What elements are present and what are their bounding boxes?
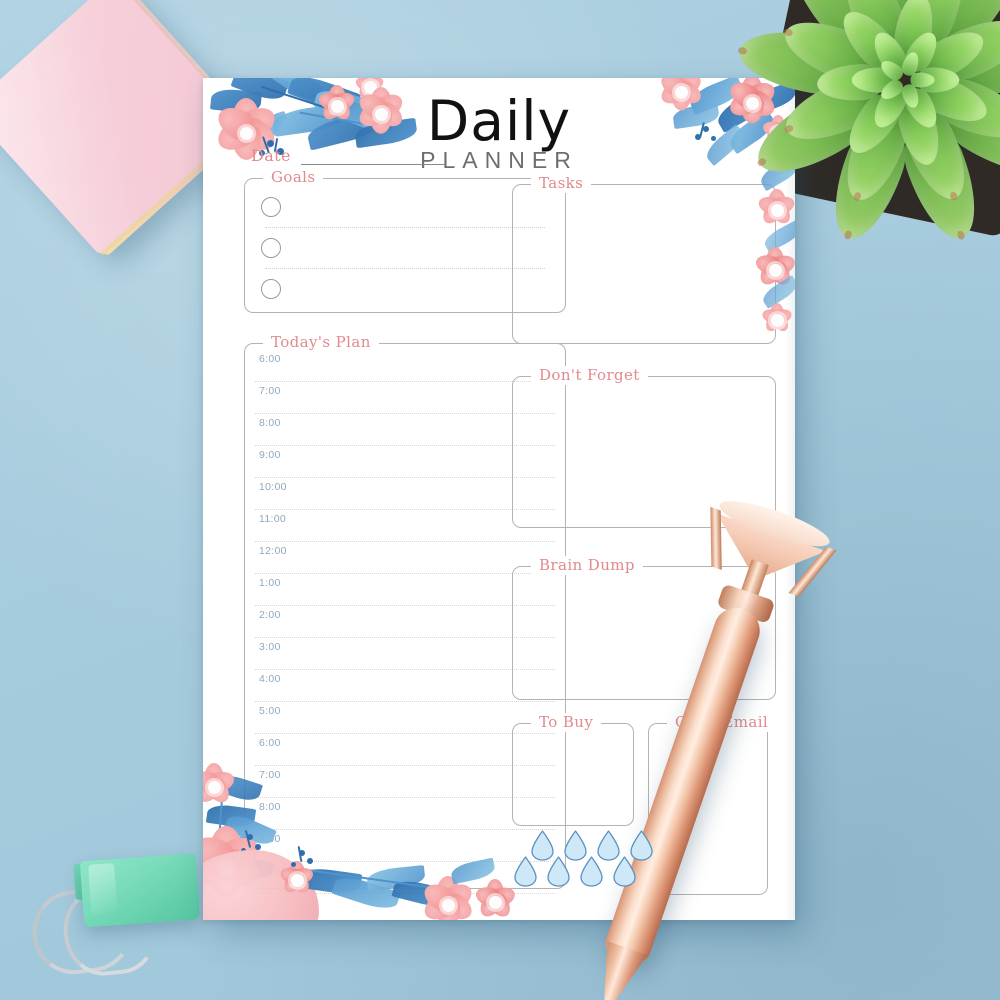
flower-petal xyxy=(204,763,224,787)
water-drop-icon[interactable] xyxy=(612,856,637,887)
flower-petal xyxy=(475,891,505,920)
flower-center xyxy=(489,896,502,909)
flower-petal xyxy=(203,845,239,895)
plan-time-label: 12:00 xyxy=(259,545,287,557)
flower-center xyxy=(208,781,221,794)
plan-time-label: 10:00 xyxy=(259,865,287,877)
dont-forget-label: Don't Forget xyxy=(539,366,640,384)
flower-petal xyxy=(208,768,237,795)
pen-prong-left xyxy=(710,506,722,571)
flower-petal xyxy=(203,829,239,880)
plan-time-label: 5:00 xyxy=(259,705,281,717)
plan-time-label: 9:00 xyxy=(259,833,281,845)
floral-leaf xyxy=(203,836,248,860)
flower-center xyxy=(220,861,233,874)
plan-time-label: 6:00 xyxy=(259,353,281,365)
flower-center xyxy=(442,899,455,912)
flower-petal xyxy=(485,891,515,920)
desk-scene: Daily PLANNER Date Goals Today's Plan 6:… xyxy=(0,0,1000,1000)
flower-petal xyxy=(354,78,374,92)
water-drop-icon[interactable] xyxy=(546,856,571,887)
goal-row[interactable] xyxy=(255,187,551,227)
to-buy-label: To Buy xyxy=(539,713,594,731)
plan-time-label: 9:00 xyxy=(259,449,281,461)
flower-petal xyxy=(209,857,243,899)
flower-petal xyxy=(363,78,377,87)
to-buy-caption: To Buy xyxy=(531,713,602,732)
page-title: Daily xyxy=(426,89,572,153)
flower-petal xyxy=(670,78,692,92)
tasks-label: Tasks xyxy=(539,174,584,192)
tasks-section[interactable]: Tasks xyxy=(512,174,776,344)
date-field-row: Date xyxy=(251,146,445,165)
date-label: Date xyxy=(251,146,291,165)
plan-time-label: 3:00 xyxy=(259,641,281,653)
goal-row[interactable] xyxy=(255,269,551,309)
goal-checkbox-circle[interactable] xyxy=(261,197,281,217)
plan-time-label: 7:00 xyxy=(259,769,281,781)
plan-time-label: 2:00 xyxy=(259,609,281,621)
plan-time-label: 11:00 xyxy=(259,513,286,525)
flower-petal xyxy=(203,768,220,795)
flower-center xyxy=(364,81,377,94)
brain-dump-caption: Brain Dump xyxy=(531,556,643,575)
plan-time-label: 7:00 xyxy=(259,385,281,397)
plan-time-label: 4:00 xyxy=(259,673,281,685)
goal-checkbox-circle[interactable] xyxy=(261,279,281,299)
plan-time-label: 1:00 xyxy=(259,577,281,589)
tasks-caption: Tasks xyxy=(531,174,592,193)
binder-clip-body xyxy=(79,853,201,928)
goal-row[interactable] xyxy=(255,228,551,268)
date-input[interactable] xyxy=(300,149,445,165)
brain-dump-label: Brain Dump xyxy=(539,556,635,574)
flower-petal xyxy=(204,776,235,807)
floral-blossom xyxy=(203,762,239,812)
water-drop-icon[interactable] xyxy=(579,856,604,887)
dont-forget-caption: Don't Forget xyxy=(531,366,648,385)
goal-checkbox-circle[interactable] xyxy=(261,238,281,258)
flower-petal xyxy=(366,78,386,92)
water-drop-icon[interactable] xyxy=(513,856,538,887)
plan-time-label: 6:00 xyxy=(259,737,281,749)
plan-time-label: 8:00 xyxy=(259,801,281,813)
flower-petal xyxy=(209,826,243,867)
flower-petal xyxy=(203,776,224,807)
flower-petal xyxy=(435,897,461,920)
floral-stem xyxy=(216,784,225,870)
plan-time-label: 8:00 xyxy=(259,417,281,429)
plan-time-label: 10:00 xyxy=(259,481,287,493)
plan-row-line xyxy=(255,893,555,894)
